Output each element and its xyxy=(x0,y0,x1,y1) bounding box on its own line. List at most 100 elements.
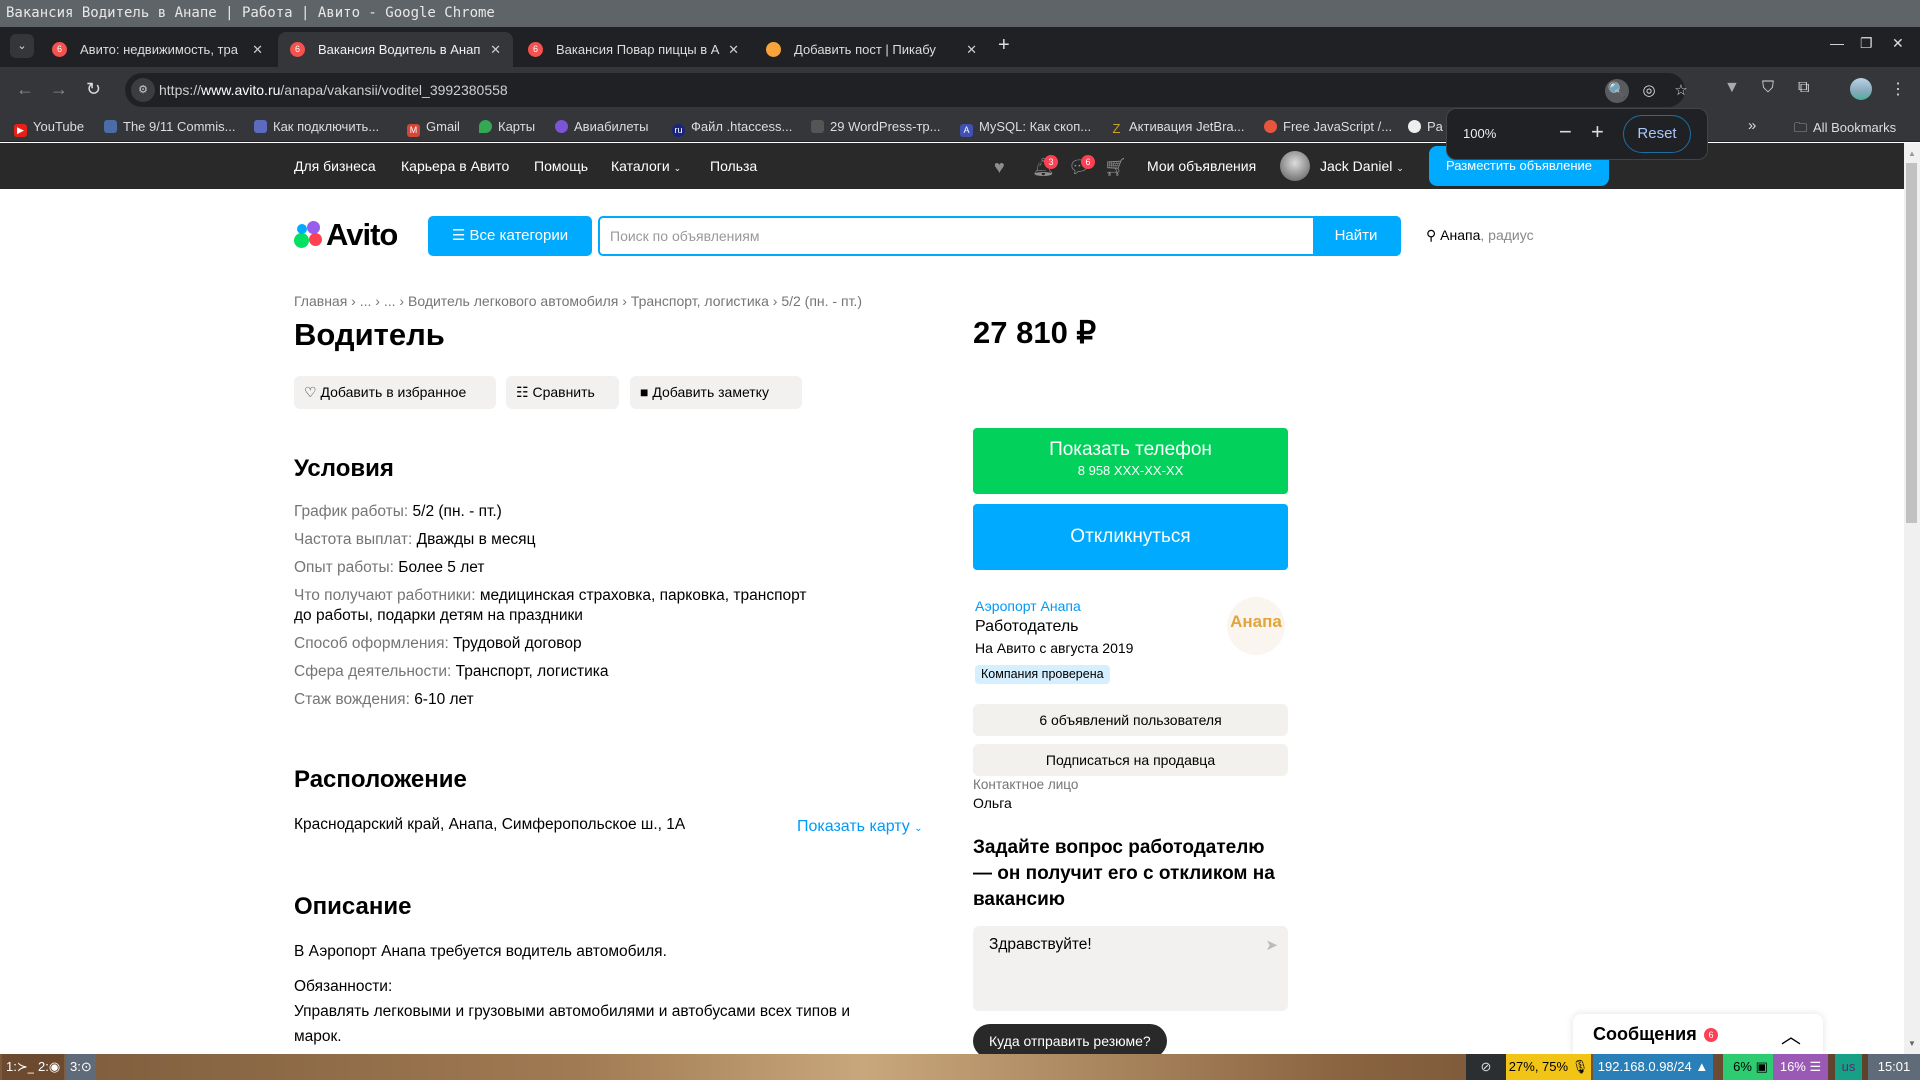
zoom-in-button[interactable]: + xyxy=(1591,119,1604,145)
chevron-up-icon[interactable]: ︿ xyxy=(1781,1020,1801,1049)
bookmark-mysql[interactable]: A MySQL: Как скоп... xyxy=(960,119,1091,137)
new-tab-button[interactable]: + xyxy=(998,34,1010,57)
workspace-3[interactable]: 3:⊙ xyxy=(66,1054,96,1080)
user-menu[interactable]: Jack Daniel ⌄ xyxy=(1320,158,1404,174)
tab-vacancy-driver[interactable]: 6 Вакансия Водитель в Анап ✕ xyxy=(278,32,513,67)
memory-status[interactable]: 16% ☰ xyxy=(1773,1054,1828,1080)
favorites-heart-icon[interactable]: ♥ xyxy=(994,157,1005,178)
breadcrumb-transport[interactable]: Транспорт, логистика xyxy=(631,293,769,309)
more-bookmarks-button[interactable]: » xyxy=(1748,117,1756,134)
bookmark-label: Free JavaScript /... xyxy=(1283,119,1393,134)
bookmark-gmail[interactable]: M Gmail xyxy=(407,119,460,137)
workspace-2[interactable]: 2:◉ xyxy=(34,1054,65,1080)
scroll-down-arrow-icon[interactable]: ▼ xyxy=(1908,1039,1916,1048)
messages-panel[interactable]: Сообщения 6 ︿ xyxy=(1573,1014,1823,1054)
seller-logo[interactable]: Анапа xyxy=(1227,597,1285,655)
bookmark-jetbrains[interactable]: Z Активация JetBra... xyxy=(1110,119,1245,135)
page-scrollbar[interactable]: ▲ ▼ xyxy=(1904,143,1920,1054)
bookmark-911[interactable]: The 9/11 Commis... xyxy=(104,119,235,134)
show-phone-button[interactable]: Показать телефон 8 958 XXX-XX-XX xyxy=(973,428,1288,494)
add-to-favorites-button[interactable]: ♡ Добавить в избранное xyxy=(294,376,496,409)
battery-mic-status[interactable]: 27%, 75% 🎙︎ xyxy=(1506,1054,1591,1080)
close-window-button[interactable]: ✕ xyxy=(1892,35,1904,52)
zoom-out-button[interactable]: − xyxy=(1559,119,1572,145)
bookmark-star-icon[interactable]: ☆ xyxy=(1669,79,1693,103)
close-tab-icon[interactable]: ✕ xyxy=(490,32,501,67)
close-tab-icon[interactable]: ✕ xyxy=(966,32,977,67)
memory-value: 16% xyxy=(1779,1059,1806,1074)
show-map-link[interactable]: Показать карту ⌄ xyxy=(797,818,923,836)
nav-catalogs[interactable]: Каталоги ⌄ xyxy=(611,158,681,174)
breadcrumb-home[interactable]: Главная xyxy=(294,293,347,309)
address-bar[interactable]: ⚙ https://www.avito.ru/anapa/vakansii/vo… xyxy=(125,73,1688,107)
privacy-eye-off-icon[interactable]: ⊘ xyxy=(1466,1054,1506,1080)
breadcrumb-driver[interactable]: Водитель легкового автомобиля xyxy=(408,293,618,309)
bookmark-htaccess[interactable]: ru Файл .htaccess... xyxy=(672,119,792,137)
nav-benefit[interactable]: Польза xyxy=(710,158,757,174)
youtube-icon: ▶ xyxy=(14,124,27,137)
location-selector[interactable]: ⚲ Анапа, радиус xyxy=(1426,227,1534,244)
scroll-up-arrow-icon[interactable]: ▲ xyxy=(1908,149,1916,158)
compare-button[interactable]: ☷ Сравнить xyxy=(506,376,619,409)
tab-pikabu[interactable]: Добавить пост | Пикабу ✕ xyxy=(754,32,989,67)
bookmark-youtube[interactable]: ▶ YouTube xyxy=(14,119,84,137)
breadcrumb-collapsed[interactable]: ... xyxy=(360,293,372,309)
search-bar: Найти xyxy=(598,216,1401,256)
bookmark-favicon xyxy=(254,120,267,133)
shield-extension-icon[interactable]: ⛉ xyxy=(1762,79,1774,97)
seller-name-link[interactable]: Аэропорт Анапа xyxy=(975,598,1081,614)
vue-devtools-icon[interactable]: ▼ xyxy=(1724,79,1740,97)
bookmark-connect[interactable]: Как подключить... xyxy=(254,119,379,134)
search-input[interactable] xyxy=(600,218,1313,254)
url-text[interactable]: https://www.avito.ru/anapa/vakansii/vodi… xyxy=(159,73,508,107)
breadcrumb-collapsed[interactable]: ... xyxy=(384,293,396,309)
search-button[interactable]: Найти xyxy=(1313,218,1399,254)
zoom-icon[interactable]: 🔍 xyxy=(1605,79,1629,103)
nav-career[interactable]: Карьера в Авито xyxy=(401,158,509,174)
bookmark-freejs[interactable]: Free JavaScript /... xyxy=(1264,119,1392,134)
reload-icon[interactable]: ↻ xyxy=(86,79,101,100)
maximize-button[interactable]: ❐ xyxy=(1860,35,1873,52)
add-note-button[interactable]: ■ Добавить заметку xyxy=(630,376,802,409)
description-paragraph: Управлять легковыми и грузовыми автомоби… xyxy=(294,1003,851,1020)
tab-search-button[interactable]: ⌄ xyxy=(10,34,34,58)
profile-avatar[interactable] xyxy=(1850,78,1872,100)
tracking-eye-off-icon[interactable]: ◎ xyxy=(1637,79,1661,103)
back-icon[interactable]: ← xyxy=(16,79,34,100)
send-icon[interactable]: ➤ xyxy=(1265,936,1278,954)
show-map-label: Показать карту xyxy=(797,818,910,835)
site-info-icon[interactable]: ⚙ xyxy=(131,78,155,102)
breadcrumb-schedule[interactable]: 5/2 (пн. - пт.) xyxy=(781,293,862,309)
extensions-puzzle-icon[interactable]: ⧉ xyxy=(1798,79,1809,97)
cpu-status[interactable]: 6% ▣ xyxy=(1723,1054,1778,1080)
ask-message-input[interactable] xyxy=(973,926,1253,1011)
scroll-thumb[interactable] xyxy=(1906,163,1917,523)
tab-label: Вакансия Водитель в Анап xyxy=(318,42,481,57)
nav-business[interactable]: Для бизнеса xyxy=(294,158,376,174)
bookmark-flights[interactable]: Авиабилеты xyxy=(555,119,648,134)
bookmark-maps[interactable]: Карты xyxy=(479,119,535,134)
bookmark-wordpress[interactable]: 29 WordPress-тр... xyxy=(811,119,940,134)
minimize-button[interactable]: — xyxy=(1830,35,1844,51)
tab-avito-home[interactable]: 6 Авито: недвижимость, тра ✕ xyxy=(40,32,275,67)
keyboard-layout[interactable]: us xyxy=(1835,1054,1862,1080)
all-categories-button[interactable]: ☰ Все категории xyxy=(428,216,592,256)
all-bookmarks-button[interactable]: 🗀 All Bookmarks xyxy=(1794,119,1896,141)
close-tab-icon[interactable]: ✕ xyxy=(728,32,739,67)
menu-kebab-icon[interactable]: ⋮ xyxy=(1890,79,1906,99)
subscribe-seller-button[interactable]: Подписаться на продавца xyxy=(973,744,1288,776)
cart-icon[interactable]: 🛒︎ xyxy=(1104,157,1127,178)
close-tab-icon[interactable]: ✕ xyxy=(252,32,263,67)
respond-button[interactable]: Откликнуться xyxy=(973,504,1288,570)
nav-help[interactable]: Помощь xyxy=(534,158,588,174)
zoom-reset-button[interactable]: Reset xyxy=(1623,115,1691,153)
my-ads-link[interactable]: Мои объявления xyxy=(1147,158,1256,174)
forward-icon[interactable]: → xyxy=(50,79,68,100)
bookmark-pa[interactable]: Pa xyxy=(1408,119,1443,134)
resume-question-chip[interactable]: Куда отправить резюме? xyxy=(973,1024,1167,1054)
network-status[interactable]: 192.168.0.98/24 ▲ xyxy=(1593,1054,1713,1080)
tab-vacancy-cook[interactable]: 6 Вакансия Повар пиццы в А ✕ xyxy=(516,32,751,67)
user-ads-button[interactable]: 6 объявлений пользователя xyxy=(973,704,1288,736)
condition-item: Способ оформления: Трудовой договор xyxy=(294,634,582,654)
user-avatar[interactable] xyxy=(1280,151,1310,181)
